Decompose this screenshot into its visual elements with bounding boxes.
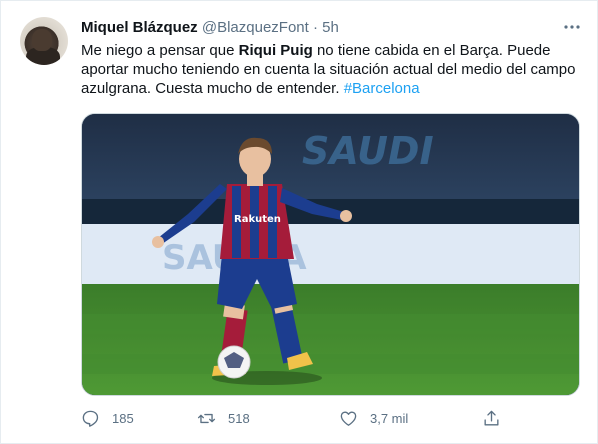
- banner-top-text: SAUDI: [302, 129, 434, 173]
- shirt-sponsor-text: Rakuten: [234, 214, 281, 225]
- tweet-card[interactable]: Miquel Blázquez @BlazquezFont · 5h Me ni…: [0, 0, 598, 444]
- avatar[interactable]: [20, 17, 68, 65]
- share-icon: [484, 410, 499, 426]
- tweet-photo[interactable]: SAUDI SAUDIA Rakuten: [81, 113, 580, 396]
- header-separator: ·: [312, 19, 318, 36]
- advertising-board: [82, 224, 579, 284]
- author-handle[interactable]: @BlazquezFont: [202, 19, 309, 36]
- football-player-photo: SAUDI SAUDIA Rakuten: [82, 114, 579, 395]
- tweet-text-bold-name: Riqui Puig: [238, 42, 313, 59]
- pitch: [82, 284, 579, 395]
- retweet-count: 518: [228, 410, 250, 426]
- tweet-timestamp[interactable]: 5h: [322, 19, 339, 36]
- share-button[interactable]: [482, 406, 513, 430]
- tweet-text-part1: Me niego a pensar que: [81, 42, 239, 59]
- hashtag-link[interactable]: #Barcelona: [344, 80, 420, 97]
- tweet-actions: 185 518 3,7 mil: [81, 406, 521, 430]
- tweet-text: Me niego a pensar que Riqui Puig no tien…: [81, 41, 581, 98]
- like-count: 3,7 mil: [370, 410, 409, 426]
- retweet-icon: [197, 413, 216, 423]
- more-options-icon[interactable]: [562, 17, 582, 37]
- reply-icon: [82, 410, 99, 427]
- heart-icon: [340, 410, 357, 426]
- author-name[interactable]: Miquel Blázquez: [81, 19, 198, 36]
- reply-button[interactable]: 185: [81, 406, 134, 430]
- retweet-button[interactable]: 518: [197, 406, 250, 430]
- tweet-header: Miquel Blázquez @BlazquezFont · 5h: [81, 18, 567, 38]
- reply-count: 185: [112, 410, 134, 426]
- avatar-figure-head: [32, 29, 52, 51]
- like-button[interactable]: 3,7 mil: [339, 406, 408, 430]
